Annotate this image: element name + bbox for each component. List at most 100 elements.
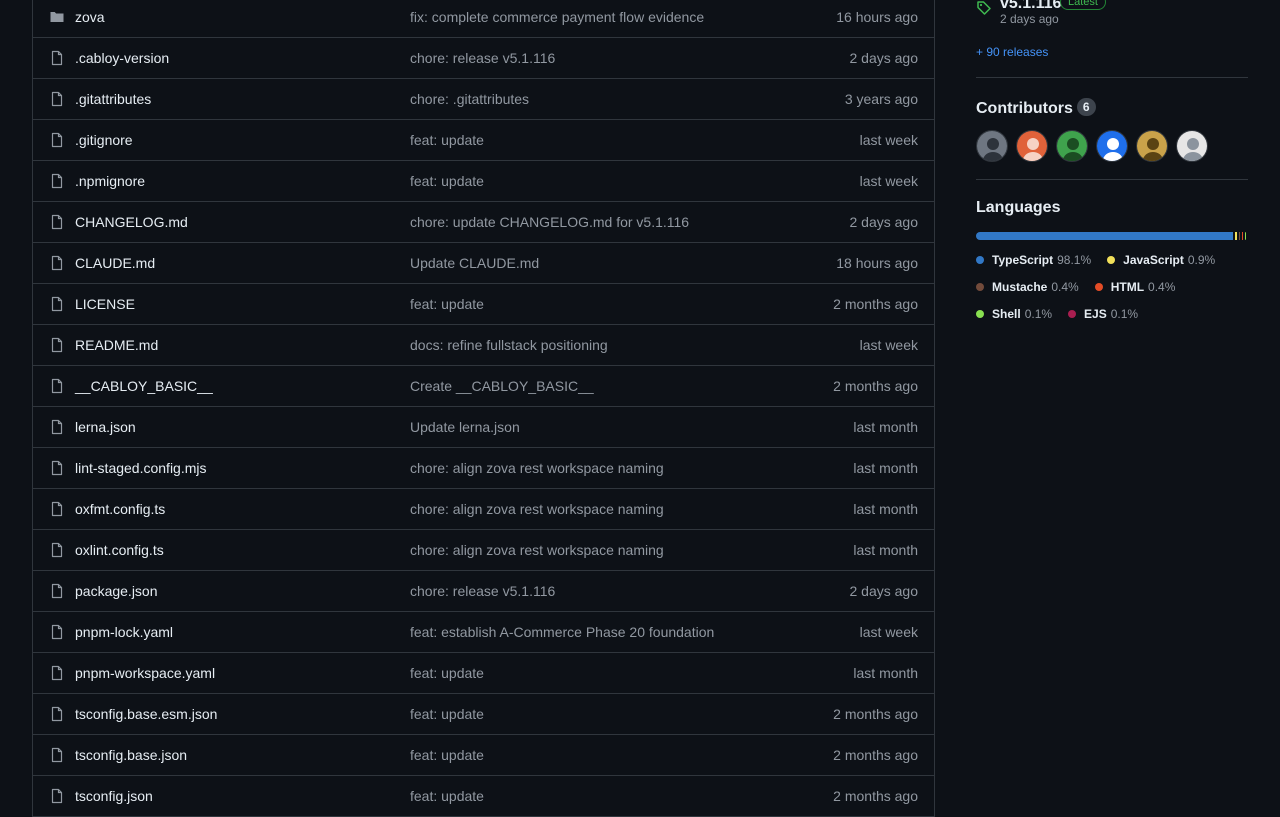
file-name-link[interactable]: tsconfig.base.esm.json xyxy=(75,706,217,722)
commit-time: 2 months ago xyxy=(833,378,918,394)
commit-message-link[interactable]: chore: release v5.1.116 xyxy=(410,583,555,599)
language-percent: 0.9% xyxy=(1188,253,1215,267)
file-row[interactable]: tsconfig.jsonfeat: update2 months ago xyxy=(33,776,934,817)
contributor-avatar[interactable] xyxy=(1016,130,1048,162)
commit-message-link[interactable]: feat: update xyxy=(410,296,484,312)
file-icon xyxy=(49,788,65,804)
commit-message-link[interactable]: chore: align zova rest workspace naming xyxy=(410,460,664,476)
commit-time: 2 months ago xyxy=(833,706,918,722)
commit-time: 2 months ago xyxy=(833,296,918,312)
language-name: JavaScript xyxy=(1123,253,1184,267)
file-row[interactable]: pnpm-workspace.yaml feat: update last mont… xyxy=(33,653,934,694)
file-icon xyxy=(49,255,65,271)
commit-message-link[interactable]: Create __CABLOY_BASIC__ xyxy=(410,378,594,394)
file-name-link[interactable]: .cabloy-version xyxy=(75,50,169,66)
language-percent: 0.1% xyxy=(1025,307,1052,321)
language-name: HTML xyxy=(1111,280,1144,294)
language-item[interactable]: EJS0.1% xyxy=(1068,306,1138,321)
commit-message-link[interactable]: feat: update xyxy=(410,132,484,148)
file-row[interactable]: __CABLOY_BASIC__ Create __CABLOY_BASIC__ 2… xyxy=(33,366,934,407)
file-row[interactable]: .gitattributeschore: .gitattributes3 yea… xyxy=(33,79,934,120)
file-name-link[interactable]: LICENSE xyxy=(75,296,135,312)
file-name-link[interactable]: lerna.json xyxy=(75,419,136,435)
commit-message-link[interactable]: feat: update xyxy=(410,665,484,681)
file-name-link[interactable]: zova xyxy=(75,9,105,25)
file-name-link[interactable]: oxlint.config.ts xyxy=(75,542,164,558)
file-name-link[interactable]: package.json xyxy=(75,583,158,599)
file-row[interactable]: LICENSE feat: update 2 months ago xyxy=(33,284,934,325)
language-dot-icon xyxy=(1095,283,1103,291)
file-name-link[interactable]: .gitignore xyxy=(75,132,133,148)
file-row[interactable]: .npmignore feat: update last week xyxy=(33,161,934,202)
file-name-link[interactable]: oxfmt.config.ts xyxy=(75,501,165,517)
language-name: TypeScript xyxy=(992,253,1053,267)
commit-message-link[interactable]: docs: refine fullstack positioning xyxy=(410,337,608,353)
commit-time: last week xyxy=(860,173,918,189)
file-row[interactable]: pnpm-lock.yaml feat: establish A-Commerce… xyxy=(33,612,934,653)
contributors-title: Contributors xyxy=(976,100,1073,117)
commit-message-link[interactable]: chore: align zova rest workspace naming xyxy=(410,501,664,517)
commit-time: 2 days ago xyxy=(850,214,919,230)
file-row[interactable]: CLAUDE.mdUpdate CLAUDE.md18 hours ago xyxy=(33,243,934,284)
commit-message-link[interactable]: chore: update CHANGELOG.md for v5.1.116 xyxy=(410,214,689,230)
file-row[interactable]: lint-staged.config.mjs chore: align zova … xyxy=(33,448,934,489)
file-row[interactable]: package.jsonchore: release v5.1.1162 day… xyxy=(33,571,934,612)
file-name-link[interactable]: lint-staged.config.mjs xyxy=(75,460,207,476)
file-name-link[interactable]: tsconfig.json xyxy=(75,788,153,804)
file-name-link[interactable]: __CABLOY_BASIC__ xyxy=(75,378,213,394)
file-name-link[interactable]: .gitattributes xyxy=(75,91,151,107)
file-row[interactable]: oxlint.config.ts chore: align zova rest w… xyxy=(33,530,934,571)
file-row[interactable]: oxfmt.config.ts chore: align zova rest wo… xyxy=(33,489,934,530)
file-row[interactable]: README.md docs: refine fullstack position… xyxy=(33,325,934,366)
language-dot-icon xyxy=(976,283,984,291)
file-name-link[interactable]: pnpm-lock.yaml xyxy=(75,624,173,640)
more-releases-link[interactable]: + 90 releases xyxy=(976,45,1048,59)
contributor-avatar[interactable] xyxy=(1176,130,1208,162)
file-name-link[interactable]: tsconfig.base.json xyxy=(75,747,187,763)
commit-message-link[interactable]: chore: align zova rest workspace naming xyxy=(410,542,664,558)
divider xyxy=(976,179,1248,180)
commit-time: last month xyxy=(853,665,918,681)
commit-message-link[interactable]: Update CLAUDE.md xyxy=(410,255,539,271)
file-row[interactable]: lerna.jsonUpdate lerna.jsonlast month xyxy=(33,407,934,448)
language-dot-icon xyxy=(976,310,984,318)
language-item[interactable]: HTML0.4% xyxy=(1095,279,1176,294)
file-row[interactable]: tsconfig.base.jsonfeat: update2 months a… xyxy=(33,735,934,776)
contributor-avatar[interactable] xyxy=(1096,130,1128,162)
language-item[interactable]: Mustache0.4% xyxy=(976,279,1079,294)
file-icon xyxy=(49,50,65,66)
contributor-avatar[interactable] xyxy=(976,130,1008,162)
commit-message-link[interactable]: feat: update xyxy=(410,747,484,763)
language-bar-segment xyxy=(1242,232,1243,240)
file-name-link[interactable]: CHANGELOG.md xyxy=(75,214,188,230)
file-row[interactable]: .gitignorefeat: updatelast week xyxy=(33,120,934,161)
file-row[interactable]: zova fix: complete commerce payment flow … xyxy=(33,0,934,38)
language-item[interactable]: TypeScript 98.1% xyxy=(976,252,1091,267)
file-icon xyxy=(49,419,65,435)
languages-list: TypeScript 98.1% JavaScript 0.9% Mustache0.4… xyxy=(976,252,1248,321)
language-item[interactable]: JavaScript 0.9% xyxy=(1107,252,1215,267)
file-row[interactable]: tsconfig.base.esm.json feat: update 2 mont… xyxy=(33,694,934,735)
contributor-avatar[interactable] xyxy=(1136,130,1168,162)
file-row[interactable]: .cabloy-versionchore: release v5.1.1162 … xyxy=(33,38,934,79)
file-icon xyxy=(49,542,65,558)
file-name-link[interactable]: .npmignore xyxy=(75,173,145,189)
file-name-link[interactable]: README.md xyxy=(75,337,158,353)
latest-release[interactable]: v5.1.116 Latest 2 days ago xyxy=(976,0,1248,30)
commit-message-link[interactable]: fix: complete commerce payment flow evid… xyxy=(410,9,704,25)
file-row[interactable]: CHANGELOG.md chore: update CHANGELOG.md f… xyxy=(33,202,934,243)
commit-message-link[interactable]: feat: update xyxy=(410,706,484,722)
commit-message-link[interactable]: Update lerna.json xyxy=(410,419,520,435)
commit-message-link[interactable]: feat: establish A-Commerce Phase 20 foun… xyxy=(410,624,714,640)
commit-message-link[interactable]: feat: update xyxy=(410,788,484,804)
commit-message-link[interactable]: chore: release v5.1.116 xyxy=(410,50,555,66)
contributors-heading[interactable]: Contributors6 xyxy=(976,98,1096,118)
languages-title: Languages xyxy=(976,199,1060,217)
commit-message-link[interactable]: chore: .gitattributes xyxy=(410,91,529,107)
contributor-avatar[interactable] xyxy=(1056,130,1088,162)
file-name-link[interactable]: pnpm-workspace.yaml xyxy=(75,665,215,681)
commit-message-link[interactable]: feat: update xyxy=(410,173,484,189)
file-name-link[interactable]: CLAUDE.md xyxy=(75,255,155,271)
language-item[interactable]: Shell0.1% xyxy=(976,306,1052,321)
language-percent: 98.1% xyxy=(1057,253,1091,267)
